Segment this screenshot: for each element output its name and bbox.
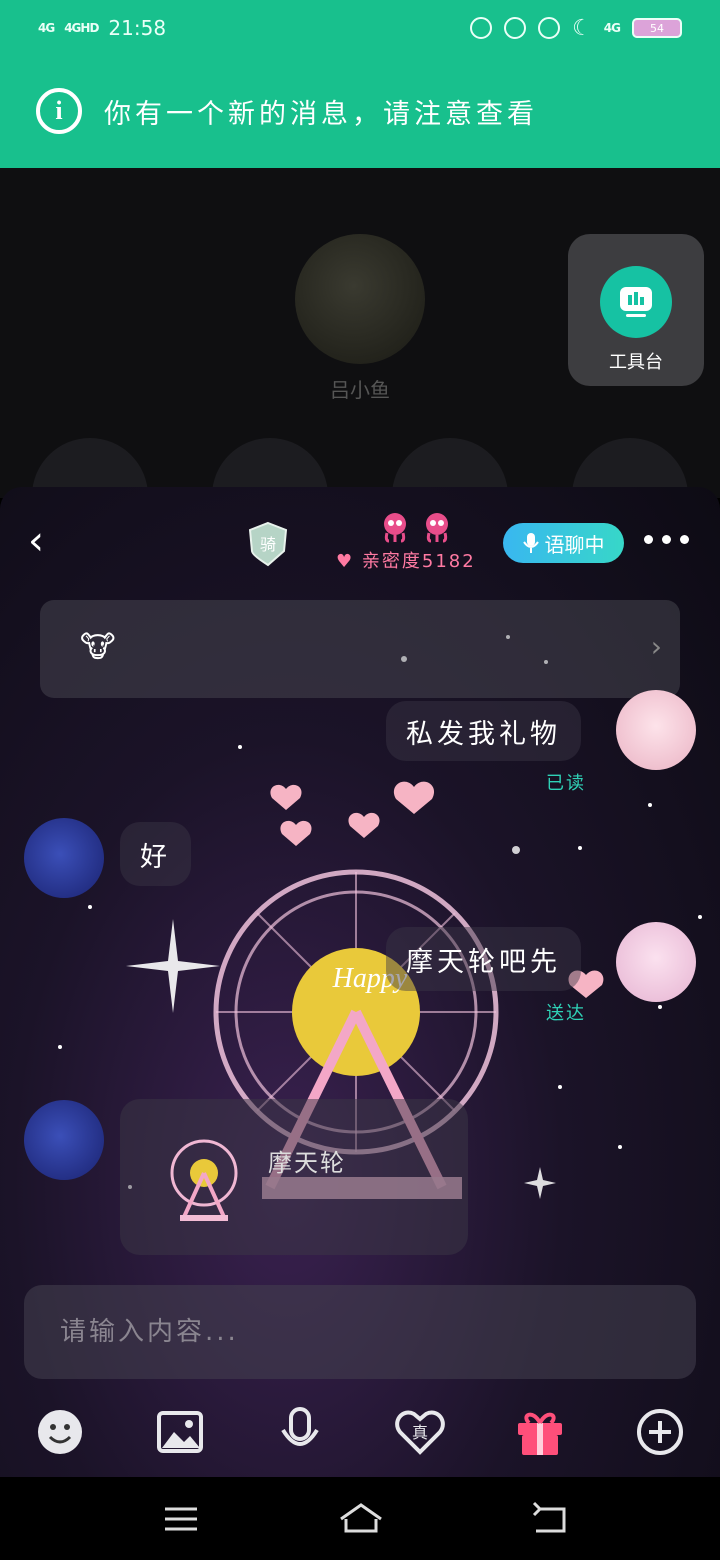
intimacy-label: 亲密度5182 <box>361 551 476 572</box>
friend-avatar[interactable] <box>24 1100 104 1180</box>
voice-message-button[interactable] <box>270 1402 330 1462</box>
my-avatar[interactable] <box>616 922 696 1002</box>
notification-banner[interactable]: 4G 4GHD 21:58 ☾ 4G 54 i 你有一个新的消息，请注意查看 <box>0 0 720 168</box>
alien-icon <box>426 513 448 543</box>
ferris-wheel-gift-icon <box>170 1139 238 1221</box>
network-icon: 4G <box>603 21 621 35</box>
heart-icon: ♥ <box>336 551 355 572</box>
alarm-icon <box>504 17 527 39</box>
message-bubble[interactable]: 私发我礼物 <box>386 701 581 761</box>
notice-text: 你有一个新的消息，请注意查看 <box>104 98 538 130</box>
intimacy-icons <box>356 511 476 543</box>
intimacy-value: ♥ 亲密度5182 <box>336 547 486 573</box>
system-navigation-bar <box>0 1477 720 1560</box>
home-icon[interactable] <box>338 1499 384 1539</box>
pinned-banner[interactable]: 🐮 › <box>40 600 680 698</box>
tool-button[interactable] <box>600 266 672 338</box>
microphone-icon <box>522 533 539 553</box>
moon-icon: ☾ <box>572 15 592 41</box>
my-avatar[interactable] <box>616 690 696 770</box>
signal-1-icon: 4G <box>38 21 55 35</box>
plus-icon <box>637 1409 683 1455</box>
message-input[interactable] <box>24 1285 696 1379</box>
image-button[interactable] <box>150 1402 210 1462</box>
battery-icon: 54 <box>632 18 682 38</box>
emoji-button[interactable] <box>30 1402 90 1462</box>
back-icon[interactable]: ‹ <box>28 521 68 561</box>
truth-button[interactable]: 真 <box>390 1402 450 1462</box>
menu-icon[interactable] <box>161 1499 201 1539</box>
friend-avatar[interactable] <box>24 818 104 898</box>
voice-chat-label: 语聊中 <box>544 532 605 557</box>
more-button[interactable] <box>630 1402 690 1462</box>
host-avatar[interactable] <box>295 234 425 364</box>
mute-icon <box>538 17 561 39</box>
voice-chat-button[interactable]: 语聊中 <box>503 523 624 563</box>
message-bubble[interactable]: 好 <box>120 822 191 886</box>
more-options-icon[interactable] <box>644 535 689 544</box>
read-status: 已读 <box>546 773 586 794</box>
tool-panel[interactable]: 工具台 <box>568 234 704 386</box>
headphones-icon <box>470 17 493 39</box>
microphone-icon <box>281 1407 319 1446</box>
intimacy-indicator[interactable]: ♥ 亲密度5182 <box>336 511 486 573</box>
message-bubble[interactable]: 摩天轮吧先 <box>386 927 581 991</box>
status-bar: 4G 4GHD 21:58 ☾ 4G 54 <box>0 0 720 56</box>
status-left: 4G 4GHD 21:58 <box>38 16 166 40</box>
gift-button[interactable] <box>510 1402 570 1462</box>
gift-name: 摩天轮 <box>268 1149 346 1177</box>
voice-room-background: 吕小鱼 工具台 <box>0 168 720 554</box>
dashboard-icon <box>620 287 652 317</box>
rider-badge-icon: 骑 <box>248 521 288 567</box>
gift-icon <box>518 1412 562 1455</box>
alien-icon <box>384 513 406 543</box>
truth-heart-icon: 真 <box>395 1410 445 1455</box>
image-icon <box>157 1411 203 1453</box>
delivered-status: 送达 <box>546 1003 586 1024</box>
chevron-right-icon[interactable]: › <box>651 630 662 663</box>
status-right: ☾ 4G 54 <box>470 16 682 41</box>
cow-icon: 🐮 <box>80 630 116 665</box>
svg-text:骑: 骑 <box>260 535 276 554</box>
notice-row: i 你有一个新的消息，请注意查看 <box>36 88 538 134</box>
tool-label: 工具台 <box>609 352 663 373</box>
chat-header: ‹ 骑 ♥ 亲密度5182 语聊中 <box>0 487 720 599</box>
clock: 21:58 <box>108 16 167 40</box>
back-nav-icon[interactable] <box>530 1499 570 1539</box>
emoji-icon <box>38 1410 82 1454</box>
private-chat-sheet: Happy ‹ 骑 ♥ 亲密度5182 语聊中 🐮 › 私发我礼物 已读 好 摩… <box>0 487 720 1477</box>
signal-2-icon: 4GHD <box>64 21 99 35</box>
chat-toolbar: 真 <box>0 1392 720 1472</box>
info-icon: i <box>36 88 82 134</box>
gift-message-card[interactable]: 摩天轮 <box>120 1099 468 1255</box>
svg-text:真: 真 <box>412 1423 428 1442</box>
